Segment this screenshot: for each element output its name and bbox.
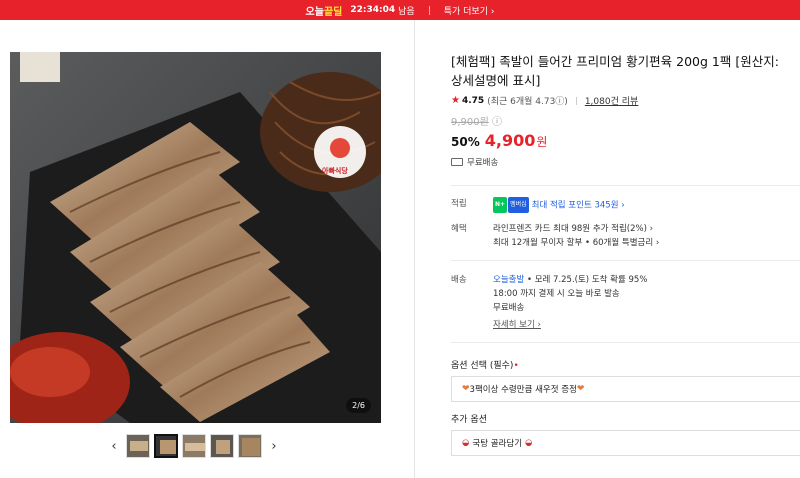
benefit-key: 혜택 [451, 224, 467, 234]
benefit-row: 혜택 라인프렌즈 카드 최대 98원 추가 적립(2%) › 최대 12개월 무… [451, 222, 800, 250]
thumbnail-image [211, 435, 233, 457]
price-row: 50% 4,900 원 [451, 131, 800, 150]
extra-option-label: 추가 옵션 [451, 415, 487, 425]
membership-icon: 멤버십 [508, 197, 529, 213]
delivery-detail-link[interactable]: 자세히 보기 › [493, 318, 800, 332]
sale-price: 4,900 [484, 131, 536, 150]
divider [451, 260, 800, 261]
delivery-free-label: 무료배송 [493, 303, 525, 313]
points-row: 적립 N+ 멤버십 최대 적립 포인트 345원 › [451, 197, 800, 213]
thumbnail-4[interactable] [210, 434, 234, 458]
extra-option-select[interactable]: ◒ 국탕 골라담기 ◒ [451, 430, 800, 456]
required-option-value: 3팩이상 수령만큼 새우젓 증정 [469, 385, 577, 395]
banner-divider [428, 5, 430, 15]
product-main-image[interactable]: 아빠식당 2/6 [10, 52, 381, 423]
more-deals-link[interactable]: 특가 더보기 › [444, 4, 495, 17]
thumbnail-1[interactable] [126, 434, 150, 458]
points-key: 적립 [451, 199, 467, 209]
thumbnail-2[interactable] [154, 434, 178, 458]
max-points-link[interactable]: 최대 적립 포인트 345원 › [532, 201, 625, 211]
shipping-free-label: 무료배송 [467, 158, 499, 168]
chevron-right-icon: › [649, 224, 654, 234]
shipping-row: 무료배송 [451, 156, 800, 168]
review-count-link[interactable]: 1,080건 리뷰 [585, 94, 638, 107]
deal-remain-label: 남음 [398, 6, 415, 17]
column-divider [414, 20, 415, 478]
brand-badge-text: 아빠식당 [322, 167, 348, 175]
thumbnail-5[interactable] [238, 434, 262, 458]
required-option-select[interactable]: ❤ 3팩이상 수령만큼 새우젓 증정 ❤ [451, 376, 800, 402]
installment-benefit-link[interactable]: 최대 12개월 무이자 할부 • 60개월 특별금리 › [493, 236, 800, 250]
extra-option-value: 국탕 골라담기 [472, 439, 523, 449]
original-price-row: 9,900원 ⓘ [451, 113, 800, 128]
chevron-right-icon: › [537, 320, 541, 330]
thumbnail-image [183, 435, 205, 457]
delivery-key: 배송 [451, 275, 467, 285]
divider [451, 185, 800, 186]
rating-row: ★ 4.75 (최근 6개월 4.73ⓘ) 1,080건 리뷰 [451, 94, 800, 107]
truck-icon [451, 158, 463, 166]
today-ship-label: 오늘출발 [493, 275, 525, 285]
delivery-row: 배송 오늘출발 • 모레 7.25.(토) 도착 확률 95% 18:00 까지… [451, 273, 800, 332]
thumbnail-image [127, 435, 149, 457]
thumbnail-strip: ‹ › [106, 432, 282, 460]
thumb-prev-button[interactable]: ‹ [106, 433, 122, 459]
chevron-right-icon: › [490, 6, 495, 17]
original-price: 9,900원 [451, 117, 489, 128]
discount-rate: 50% [451, 135, 480, 149]
image-counter: 2/6 [346, 398, 371, 413]
heart-icon: ❤ [462, 384, 470, 394]
chevron-right-icon: › [271, 438, 277, 454]
product-info-panel: [체험팩] 족발이 들어간 프리미엄 황기편육 200g 1팩 [원산지: 상세… [451, 52, 800, 456]
npay-plus-icon: N+ [493, 197, 508, 213]
star-icon: ★ [451, 95, 460, 106]
divider [451, 342, 800, 343]
heart-icon: ❤ [576, 384, 585, 394]
thumbnail-image [156, 436, 176, 456]
chevron-right-icon: › [655, 238, 660, 248]
cutoff-notice: 18:00 까지 결제 시 오늘 바로 발송 [493, 289, 620, 299]
rating-recent[interactable]: (최근 6개월 4.73ⓘ) [487, 94, 568, 107]
thumbnail-image [239, 435, 261, 457]
product-photo [10, 52, 381, 423]
info-icon[interactable]: ⓘ [492, 117, 502, 128]
product-title-line2: 상세설명에 표시] [451, 73, 541, 88]
bowl-icon: ◒ [525, 438, 533, 448]
required-option-label: 옵션 선택 (필수)• [451, 361, 519, 371]
card-benefit-link[interactable]: 라인프렌즈 카드 최대 98원 추가 적립(2%) › [493, 222, 800, 236]
deal-timer: 22:34:04 [350, 5, 396, 15]
arrival-estimate: • 모레 7.25.(토) 도착 확률 95% [524, 275, 648, 285]
currency-unit: 원 [536, 135, 548, 149]
rating-value: 4.75 [461, 95, 485, 106]
thumbnail-3[interactable] [182, 434, 206, 458]
thumb-next-button[interactable]: › [266, 433, 282, 459]
rating-divider [575, 96, 577, 105]
bowl-icon: ◒ [462, 438, 470, 448]
product-title: [체험팩] 족발이 들어간 프리미엄 황기편육 200g 1팩 [원산지: 상세… [451, 52, 800, 90]
deal-banner: 오늘끝딜 22:34:04 남음 특가 더보기 › [0, 0, 800, 20]
product-title-line1: [체험팩] 족발이 들어간 프리미엄 황기편육 200g 1팩 [원산지: [451, 54, 779, 69]
deal-brand-logo: 오늘끝딜 [305, 6, 343, 18]
chevron-right-icon: › [621, 200, 625, 211]
chevron-left-icon: ‹ [111, 438, 117, 454]
